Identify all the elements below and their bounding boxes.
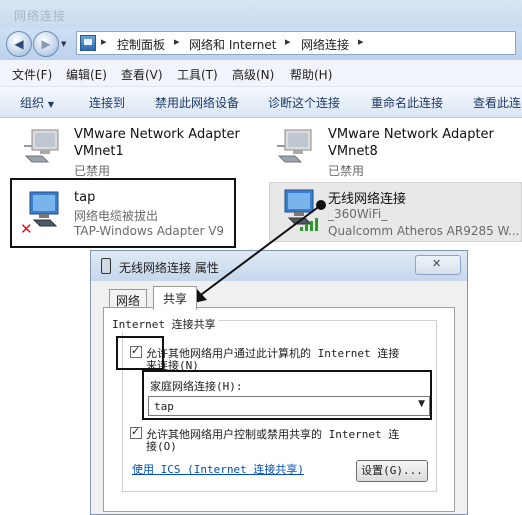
ics-help-link[interactable]: 使用 ICS (Internet 连接共享) (132, 461, 304, 477)
disable-device-button[interactable]: 禁用此网络设备 (155, 94, 239, 111)
breadcrumb-separator[interactable]: ▸ (358, 35, 364, 48)
tab-sharing[interactable]: 共享 (153, 286, 197, 310)
rename-button[interactable]: 重命名此连接 (371, 94, 443, 111)
menu-edit[interactable]: 编辑(E) (66, 66, 107, 83)
breadcrumb-separator[interactable]: ▸ (285, 35, 291, 48)
menu-help[interactable]: 帮助(H) (290, 66, 332, 83)
command-bar: 组织 ▼ 连接到 禁用此网络设备 诊断这个连接 重命名此连接 查看此连 (0, 87, 522, 118)
dialog-title: 无线网络连接 属性 (119, 261, 219, 275)
window-title: 网络连接 (14, 9, 67, 23)
breadcrumb-separator[interactable]: ▸ (174, 35, 180, 48)
forward-button[interactable]: ▶ (33, 31, 59, 57)
allow-control-checkbox[interactable] (130, 425, 142, 439)
menu-view[interactable]: 查看(V) (121, 66, 163, 83)
breadcrumb-separator[interactable]: ▸ (101, 35, 107, 48)
adapter-subname: _360WiFi_ (328, 207, 388, 221)
adapter-status: Qualcomm Atheros AR9285 W... (328, 224, 520, 238)
menu-file[interactable]: 文件(F) (12, 66, 52, 83)
adapter-subname: VMnet1 (74, 144, 124, 159)
control-panel-icon (80, 35, 96, 51)
diagnose-button[interactable]: 诊断这个连接 (268, 94, 340, 111)
ics-group-title: Internet 连接共享 (109, 316, 219, 332)
adapter-name: VMware Network Adapter (328, 127, 494, 142)
back-arrow-icon: ◀ (14, 37, 24, 51)
address-bar[interactable]: ▸ 控制面板 ▸ 网络和 Internet ▸ 网络连接 ▸ (76, 31, 516, 55)
allow-control-label-cont: 接(O) (146, 440, 177, 453)
organize-button[interactable]: 组织 ▼ (20, 94, 54, 111)
settings-button[interactable]: 设置(G)... (356, 460, 428, 482)
menu-tools[interactable]: 工具(T) (177, 66, 218, 83)
checkbox-highlight-box (116, 336, 164, 370)
tap-highlight-box (10, 178, 236, 248)
organize-label: 组织 (20, 96, 45, 110)
back-button[interactable]: ◀ (6, 31, 32, 57)
adapter-properties-icon (101, 258, 111, 274)
network-adapter-icon (277, 129, 312, 163)
home-network-highlight-box (142, 370, 432, 420)
breadcrumb-control-panel[interactable]: 控制面板 (117, 36, 165, 53)
breadcrumb-network-connections[interactable]: 网络连接 (301, 36, 349, 53)
view-status-button[interactable]: 查看此连 (473, 94, 521, 111)
adapter-name: 无线网络连接 (328, 192, 407, 207)
adapter-subname: VMnet8 (328, 144, 378, 159)
adapter-status: 已禁用 (74, 164, 111, 178)
allow-control-label: 允许其他网络用户控制或禁用共享的 Internet 连 (146, 428, 400, 441)
breadcrumb-network-internet[interactable]: 网络和 Internet (189, 36, 276, 53)
menu-bar: 文件(F) 编辑(E) 查看(V) 工具(T) 高级(N) 帮助(H) (0, 60, 522, 87)
dialog-title-bar: 无线网络连接 属性 (91, 251, 467, 281)
chevron-down-icon: ▼ (47, 100, 54, 109)
adapter-name: VMware Network Adapter (74, 127, 240, 142)
recent-pages-dropdown-icon[interactable]: ▼ (61, 40, 66, 48)
adapter-status: 已禁用 (328, 164, 365, 178)
forward-arrow-icon: ▶ (41, 37, 51, 51)
wifi-signal-icon (300, 218, 318, 231)
network-adapter-icon (24, 129, 59, 163)
window-title-bar: 网络连接 (0, 0, 522, 28)
close-button[interactable] (415, 255, 461, 275)
connect-to-button[interactable]: 连接到 (89, 94, 125, 111)
menu-advanced[interactable]: 高级(N) (232, 66, 274, 83)
address-row: ◀ ▶ ▼ ▸ 控制面板 ▸ 网络和 Internet ▸ 网络连接 ▸ (0, 28, 522, 60)
